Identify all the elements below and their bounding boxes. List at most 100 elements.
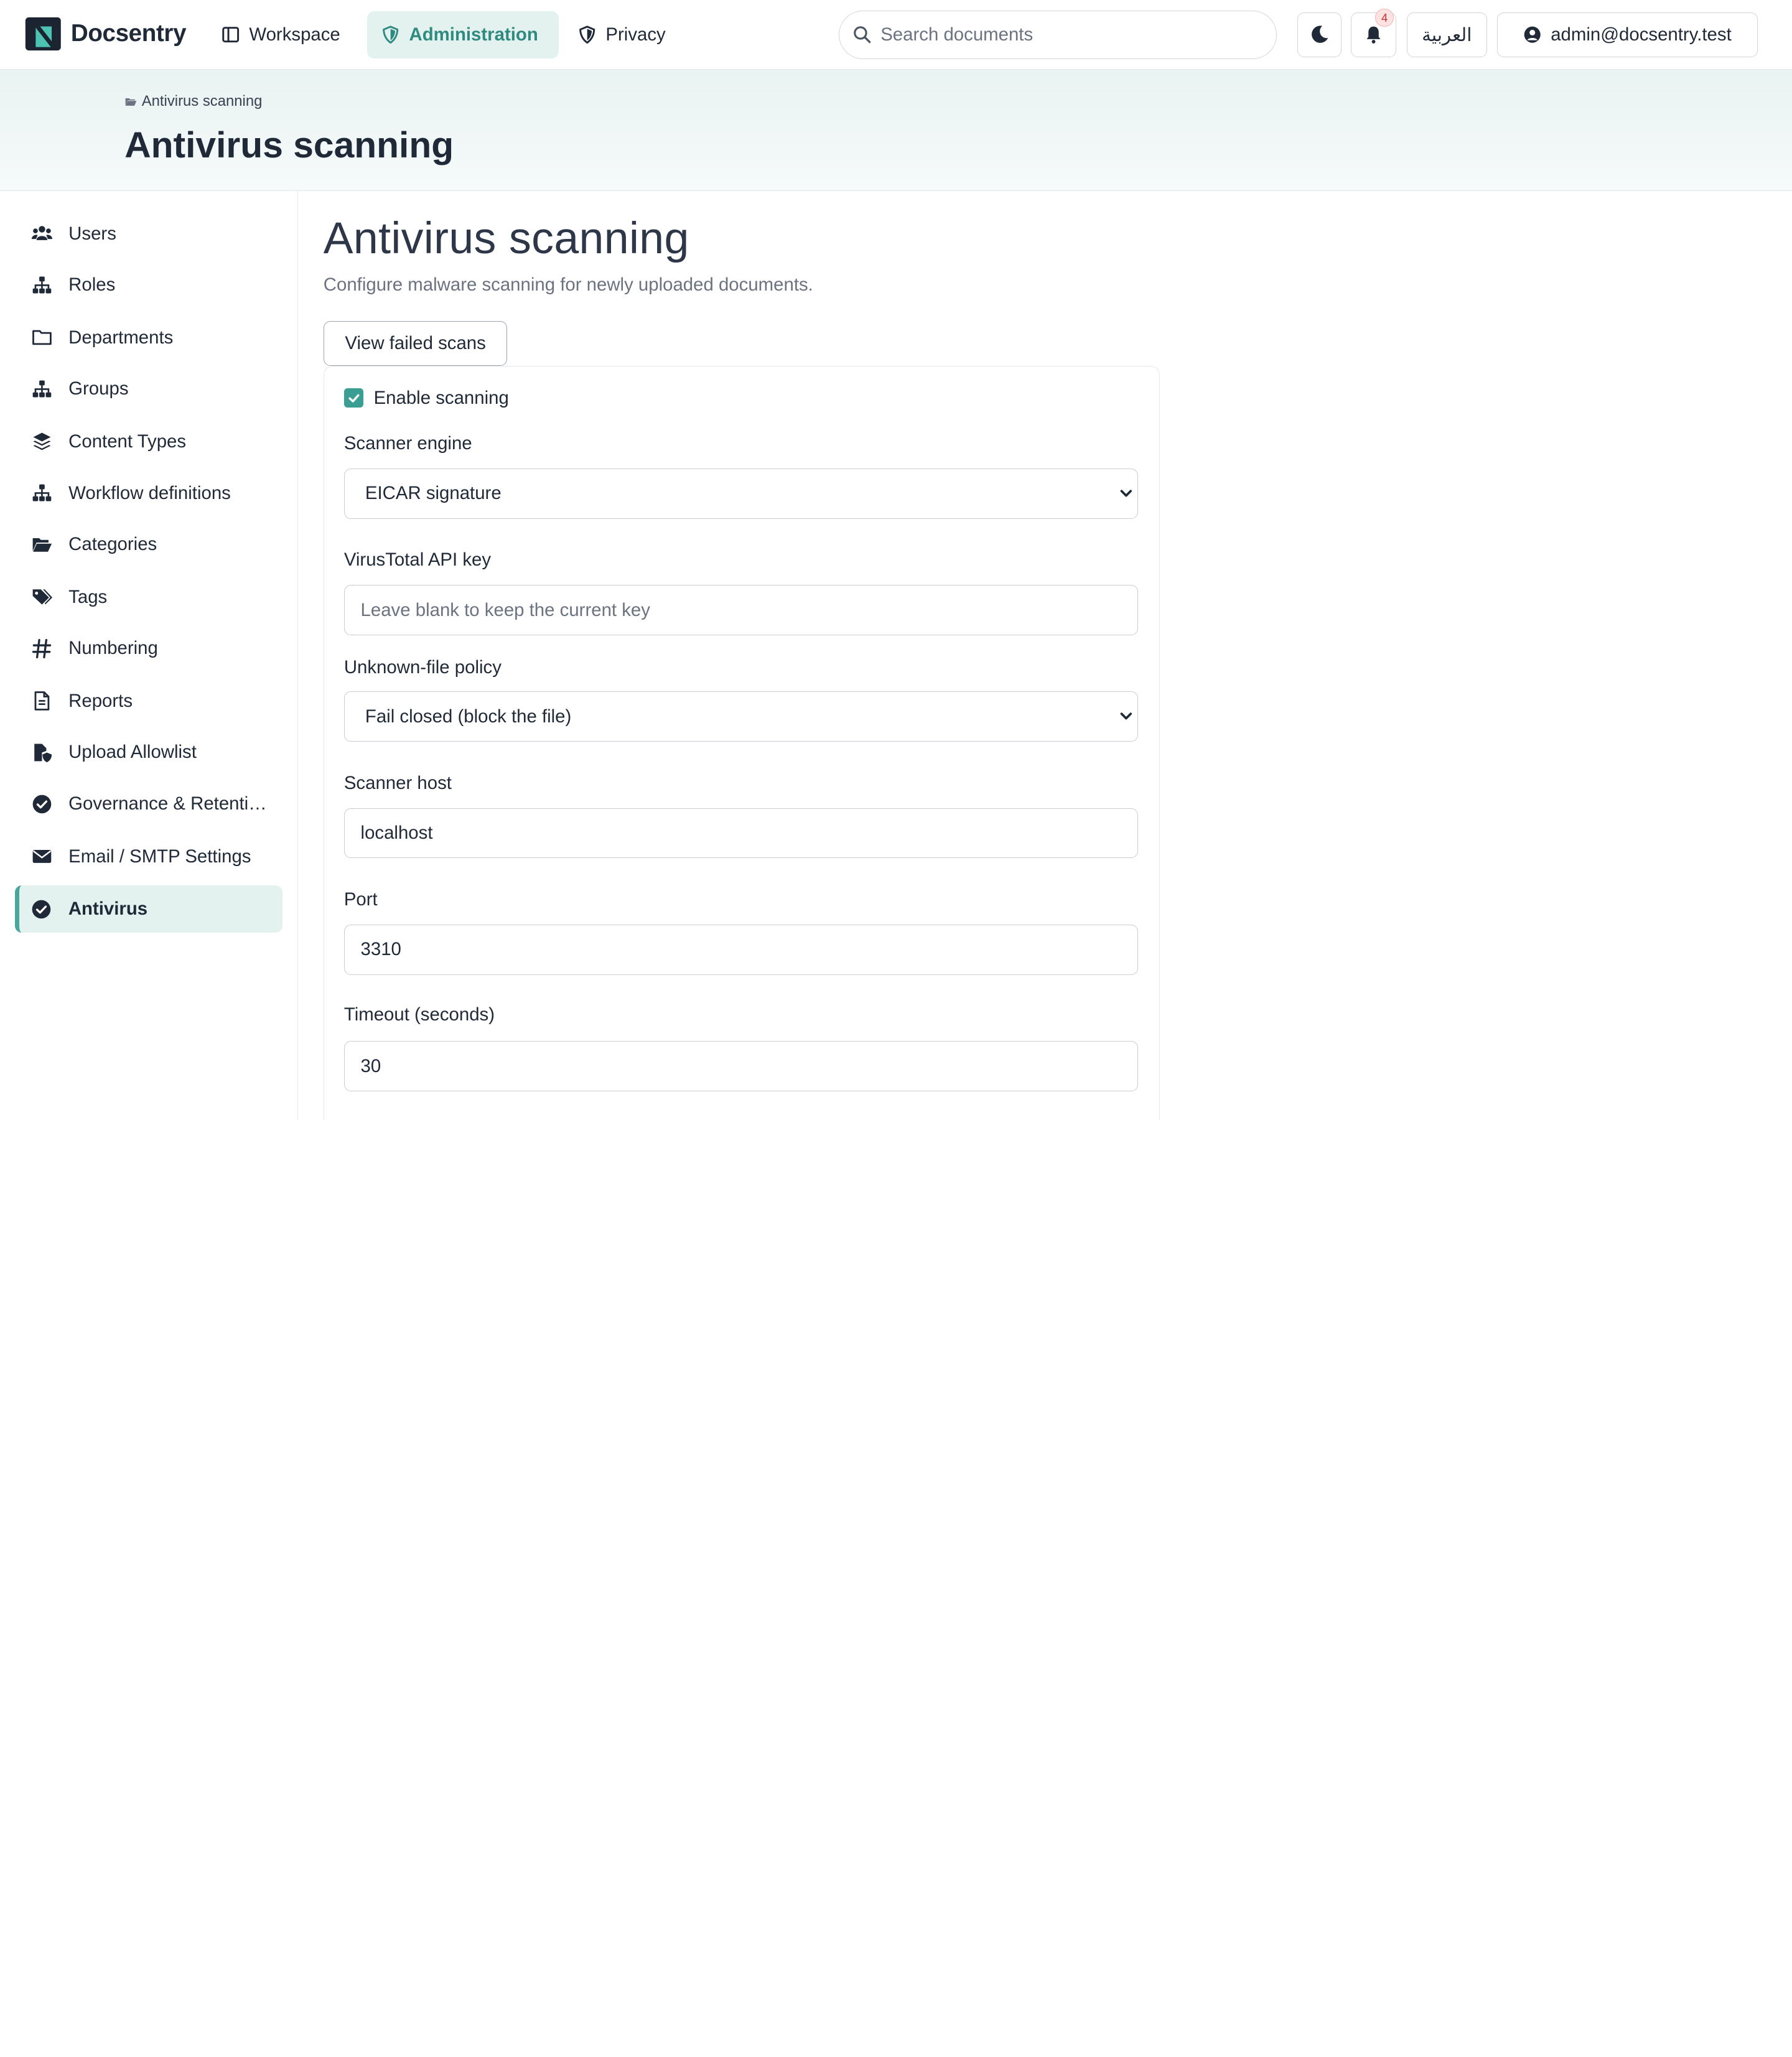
- notifications-button[interactable]: 4: [1350, 8, 1397, 57]
- tags-icon: [32, 589, 52, 605]
- port-value: 3310: [360, 939, 401, 960]
- folder-open-icon: [125, 98, 137, 106]
- scanner-engine-select[interactable]: EICAR signature: [343, 469, 1139, 519]
- port-input[interactable]: 3310: [343, 924, 1139, 975]
- view-failed-scans-button[interactable]: View failed scans: [323, 321, 508, 366]
- virustotal-api-key-label: VirusTotal API key: [343, 549, 492, 571]
- sidebar-item-label: Workflow definitions: [68, 482, 231, 503]
- breadcrumb: Antivirus scanning: [124, 93, 262, 110]
- unknown-file-policy-value: Fail closed (block the file): [365, 706, 572, 727]
- breadcrumb-label[interactable]: Antivirus scanning: [142, 93, 263, 110]
- sidebar-item-numbering[interactable]: Numbering: [15, 625, 282, 672]
- sidebar-item-label: Tags: [68, 586, 108, 607]
- sidebar-item-label: Categories: [68, 534, 157, 555]
- timeout-label: Timeout (seconds): [343, 1004, 495, 1025]
- scanner-host-label: Scanner host: [343, 772, 452, 793]
- nav-workspace[interactable]: Workspace: [207, 11, 355, 58]
- sidebar-item-tags[interactable]: Tags: [15, 574, 282, 620]
- scanner-engine-label: Scanner engine: [343, 433, 472, 454]
- sidebar-item-antivirus[interactable]: Antivirus: [14, 885, 282, 933]
- sidebar-item-label: Governance & Retention: [68, 793, 269, 814]
- sidebar-item-content-types[interactable]: Content Types: [15, 418, 282, 465]
- folder-icon: [32, 330, 52, 345]
- language-switch-button[interactable]: العربية: [1406, 12, 1487, 57]
- language-label: العربية: [1422, 24, 1472, 45]
- user-email: admin@docsentry.test: [1551, 24, 1732, 45]
- unknown-file-policy-label: Unknown-file policy: [343, 657, 502, 678]
- timeout-value: 30: [360, 1055, 381, 1076]
- check-circle-icon: [32, 795, 51, 813]
- virustotal-api-key-input[interactable]: Leave blank to keep the current key: [343, 585, 1139, 636]
- enable-scanning-checkbox[interactable]: [343, 388, 364, 408]
- file-shield-icon: [34, 744, 52, 763]
- scanner-host-value: localhost: [360, 822, 433, 843]
- search-box: [839, 10, 1277, 60]
- sidebar-item-upload-allowlist[interactable]: Upload Allowlist: [15, 729, 282, 776]
- page-title: Antivirus scanning: [124, 125, 454, 166]
- sidebar-item-label: Groups: [68, 378, 129, 399]
- enable-scanning-row: Enable scanning: [343, 387, 509, 409]
- columns-icon: [222, 27, 240, 43]
- check-circle-icon: [32, 900, 51, 918]
- nav-privacy-label: Privacy: [605, 24, 666, 45]
- shield-half-icon: [579, 26, 595, 44]
- sidebar-item-label: Numbering: [68, 638, 158, 659]
- moon-icon: [1312, 26, 1328, 44]
- user-circle-icon: [1524, 26, 1541, 44]
- docsentry-logo-icon: [25, 17, 61, 50]
- nav-administration[interactable]: Administration: [366, 11, 559, 58]
- admin-sidebar: Users Roles Departments Groups Content T…: [0, 190, 299, 1120]
- enable-scanning-label: Enable scanning: [373, 387, 509, 408]
- nav-administration-label: Administration: [409, 24, 538, 45]
- folder-open-icon: [32, 538, 52, 552]
- nav-privacy[interactable]: Privacy: [563, 11, 680, 58]
- theme-toggle-button[interactable]: [1297, 12, 1342, 57]
- file-icon: [34, 691, 49, 711]
- section-title: Antivirus scanning: [323, 213, 689, 263]
- sidebar-item-label: Email / SMTP Settings: [68, 846, 251, 867]
- envelope-icon: [32, 850, 51, 864]
- search-input[interactable]: [880, 24, 1246, 45]
- port-label: Port: [343, 889, 378, 910]
- hash-icon: [32, 638, 51, 658]
- sidebar-item-roles[interactable]: Roles: [15, 262, 282, 309]
- sidebar-item-groups[interactable]: Groups: [15, 366, 282, 413]
- chevron-down-icon: [1120, 712, 1132, 720]
- chevron-down-icon: [1120, 490, 1132, 497]
- sidebar-item-governance-retention[interactable]: Governance & Retention: [15, 780, 282, 827]
- sidebar-item-email-smtp[interactable]: Email / SMTP Settings: [15, 833, 282, 880]
- virustotal-api-key-placeholder: Leave blank to keep the current key: [360, 599, 650, 620]
- brand[interactable]: Docsentry: [24, 16, 187, 52]
- sidebar-item-workflow-definitions[interactable]: Workflow definitions: [15, 470, 282, 516]
- sidebar-item-label: Users: [68, 223, 116, 244]
- sitemap-icon: [32, 276, 51, 294]
- sidebar-item-label: Roles: [68, 274, 116, 296]
- sidebar-item-categories[interactable]: Categories: [15, 521, 282, 568]
- timeout-input[interactable]: 30: [343, 1041, 1139, 1092]
- sidebar-item-label: Departments: [68, 327, 174, 348]
- sitemap-icon: [32, 484, 51, 501]
- search-icon: [854, 26, 871, 44]
- page-header: Antivirus scanning Antivirus scanning: [0, 70, 1792, 191]
- top-navbar: Docsentry Workspace Administration Priva…: [0, 0, 1792, 70]
- unknown-file-policy-select[interactable]: Fail closed (block the file): [343, 691, 1139, 742]
- sidebar-item-reports[interactable]: Reports: [15, 678, 282, 724]
- sidebar-item-users[interactable]: Users: [15, 210, 282, 257]
- sidebar-item-label: Reports: [68, 690, 133, 711]
- scanner-host-input[interactable]: localhost: [343, 808, 1139, 859]
- users-icon: [31, 226, 52, 241]
- layers-icon: [33, 432, 50, 450]
- shield-icon: [383, 26, 399, 44]
- app-root: Docsentry Workspace Administration Priva…: [0, 0, 1792, 1120]
- sidebar-item-label: Antivirus: [68, 898, 148, 920]
- sidebar-item-label: Content Types: [68, 431, 187, 452]
- section-subtitle: Configure malware scanning for newly upl…: [323, 274, 813, 295]
- notification-count-badge: 4: [1375, 8, 1394, 27]
- sitemap-icon: [32, 380, 51, 398]
- scanner-engine-value: EICAR signature: [365, 483, 502, 504]
- sidebar-item-departments[interactable]: Departments: [15, 314, 282, 361]
- sidebar-item-label: Upload Allowlist: [68, 742, 197, 763]
- brand-name: Docsentry: [70, 20, 187, 47]
- bell-icon: [1366, 27, 1381, 44]
- user-menu-button[interactable]: admin@docsentry.test: [1497, 12, 1758, 57]
